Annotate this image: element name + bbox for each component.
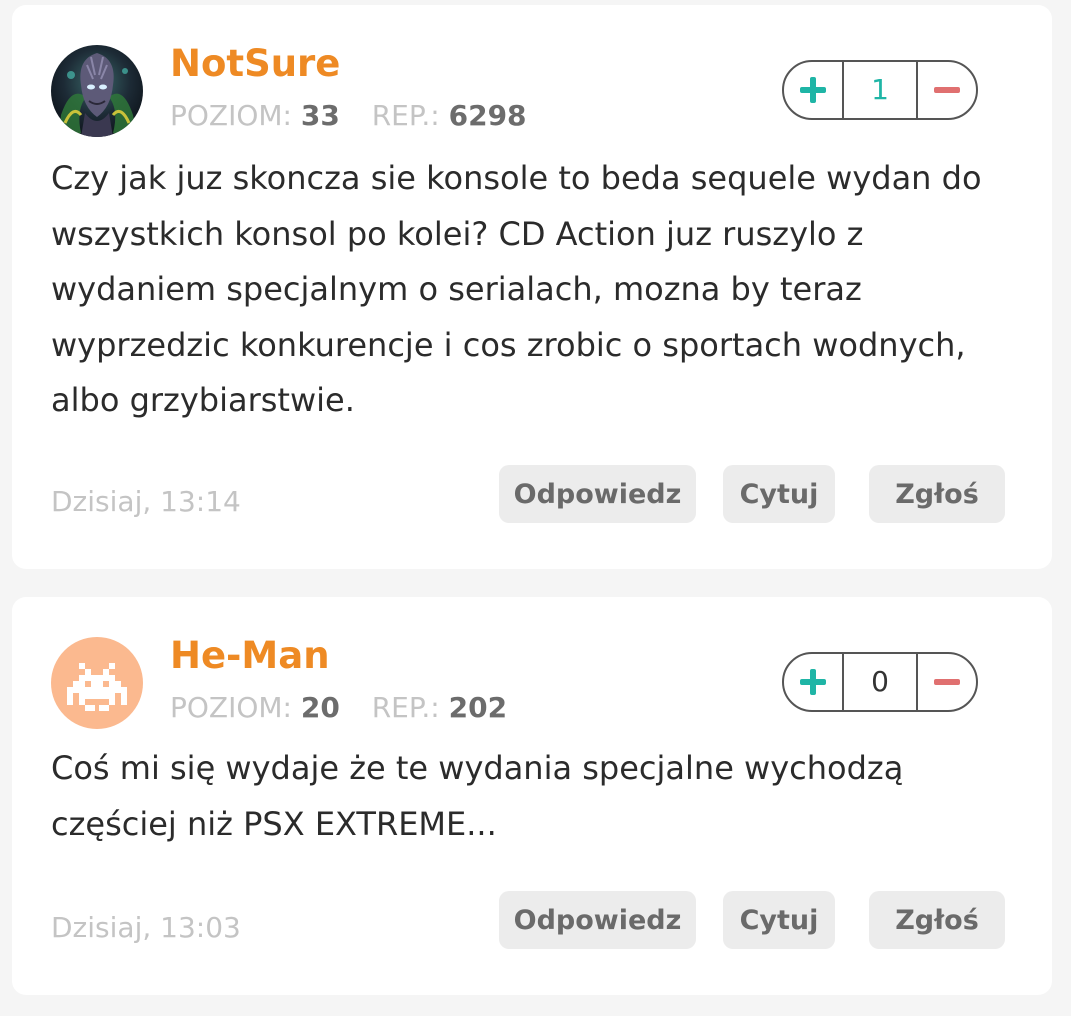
reply-button[interactable]: Odpowiedz [499, 891, 696, 949]
user-avatar[interactable] [51, 45, 143, 137]
vote-widget: 0 [782, 652, 978, 712]
downvote-button[interactable] [918, 62, 976, 118]
comment-text: Coś mi się wydaje że te wydania specjaln… [51, 749, 904, 843]
plus-icon [800, 77, 826, 103]
rep-value: 6298 [448, 99, 527, 132]
comment-timestamp: Dzisiaj, 13:14 [51, 485, 241, 518]
comment-card: He-Man POZIOM: 20 REP.: 202 0 Coś mi się… [12, 597, 1052, 995]
user-stats: POZIOM: 20 REP.: 202 [170, 694, 507, 722]
vote-widget: 1 [782, 60, 978, 120]
reply-button[interactable]: Odpowiedz [499, 465, 696, 523]
username[interactable]: He-Man [170, 637, 330, 674]
user-avatar[interactable] [51, 637, 143, 729]
minus-icon [934, 679, 960, 685]
report-button[interactable]: Zgłoś [869, 465, 1005, 523]
level-value: 33 [300, 99, 340, 132]
username[interactable]: NotSure [170, 45, 340, 82]
user-stats: POZIOM: 33 REP.: 6298 [170, 102, 527, 130]
upvote-button[interactable] [784, 62, 842, 118]
level-label: POZIOM: [170, 99, 292, 132]
comment-text: Czy jak juz skoncza sie konsole to beda … [51, 159, 982, 419]
vote-count: 1 [842, 62, 918, 118]
plus-icon [800, 669, 826, 695]
report-button[interactable]: Zgłoś [869, 891, 1005, 949]
alien-portrait-icon [51, 45, 143, 137]
minus-icon [934, 87, 960, 93]
level-value: 20 [300, 691, 340, 724]
quote-button[interactable]: Cytuj [723, 891, 835, 949]
rep-value: 202 [448, 691, 508, 724]
space-invader-icon [51, 637, 143, 729]
comment-timestamp: Dzisiaj, 13:03 [51, 911, 241, 944]
rep-label: REP.: [371, 99, 440, 132]
vote-count: 0 [842, 654, 918, 710]
rep-label: REP.: [371, 691, 440, 724]
downvote-button[interactable] [918, 654, 976, 710]
level-label: POZIOM: [170, 691, 292, 724]
upvote-button[interactable] [784, 654, 842, 710]
comment-card: NotSure POZIOM: 33 REP.: 6298 1 Czy jak … [12, 5, 1052, 569]
quote-button[interactable]: Cytuj [723, 465, 835, 523]
